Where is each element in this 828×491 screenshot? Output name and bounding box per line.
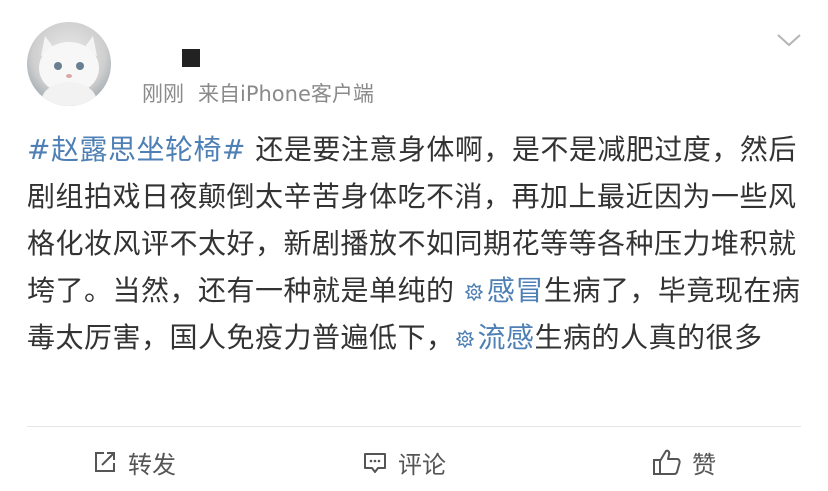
topic-label-2: 流感 — [477, 321, 535, 354]
like-button[interactable]: 赞 — [652, 440, 716, 484]
post-time: 刚刚 — [142, 82, 184, 106]
comment-label: 评论 — [398, 450, 446, 479]
topic-link-1[interactable]: 感冒 — [464, 274, 544, 307]
thumbs-up-icon — [653, 449, 681, 475]
topic-label-1: 感冒 — [486, 274, 544, 307]
avatar[interactable] — [27, 22, 111, 106]
chevron-down-icon[interactable] — [776, 30, 802, 50]
forward-button[interactable]: 转发 — [92, 440, 176, 484]
comment-button[interactable]: 评论 — [362, 440, 446, 484]
post-text-part3: 生病的人真的很多 — [534, 321, 763, 354]
forward-label: 转发 — [128, 450, 176, 479]
forward-icon — [95, 452, 115, 472]
action-bar: 转发 评论 赞 — [0, 440, 828, 484]
post-content: #赵露思坐轮椅# 还是要注意身体啊，是不是减肥过度，然后剧组拍戏日夜颠倒太辛苦身… — [27, 126, 801, 361]
cat-avatar-image — [39, 36, 99, 106]
topic-link-2[interactable]: 流感 — [455, 321, 535, 354]
post-source: 来自iPhone客户端 — [198, 82, 374, 106]
post-meta: 刚刚 来自iPhone客户端 — [142, 78, 374, 108]
super-topic-icon — [455, 329, 474, 349]
username-redacted — [182, 49, 200, 67]
divider — [27, 426, 801, 427]
like-label: 赞 — [692, 450, 716, 479]
comment-icon — [364, 453, 386, 473]
super-topic-icon — [464, 282, 484, 302]
hashtag-link[interactable]: #赵露思坐轮椅# — [27, 133, 246, 166]
